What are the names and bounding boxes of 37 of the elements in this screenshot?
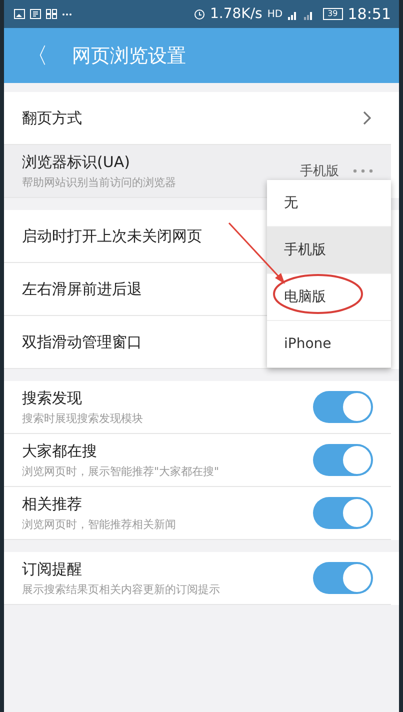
- setting-title: 翻页方式: [22, 108, 82, 128]
- grid-icon: [46, 9, 57, 19]
- setting-description: 搜索时展现搜索发现模块: [22, 410, 143, 426]
- setting-title: 启动时打开上次未关闭网页: [22, 226, 202, 246]
- toggle-switch[interactable]: [313, 562, 373, 594]
- setting-title: 大家都在搜: [22, 442, 97, 460]
- setting-description: 浏览网页时，展示智能推荐"大家都在搜": [22, 464, 220, 478]
- setting-title: 左右滑屏前进后退: [22, 280, 142, 298]
- chevron-right-icon: [363, 111, 371, 125]
- image-icon: [14, 9, 25, 19]
- more-icon[interactable]: [353, 169, 373, 173]
- setting-title: 搜索发现: [22, 388, 82, 408]
- message-icon: [30, 9, 41, 19]
- setting-description: 展示搜索结果页相关内容更新的订阅提示: [22, 582, 220, 596]
- toggle-switch[interactable]: [313, 497, 373, 529]
- setting-title: 双指滑动管理窗口: [22, 332, 142, 352]
- alarm-icon: [194, 8, 205, 20]
- setting-description: 帮助网站识别当前访问的浏览器: [22, 174, 176, 190]
- network-speed: 1.78K/s: [210, 6, 262, 22]
- settings-row[interactable]: 大家都在搜 浏览网页时，展示智能推荐"大家都在搜": [4, 434, 391, 487]
- setting-title: 相关推荐: [22, 494, 82, 514]
- toggle-switch[interactable]: [313, 444, 373, 476]
- annotation-arrow: [228, 222, 285, 284]
- menu-option[interactable]: 手机版: [267, 227, 391, 274]
- setting-value: 手机版: [300, 163, 339, 180]
- clock-time: 18:51: [348, 5, 391, 23]
- settings-row[interactable]: 搜索发现 搜索时展现搜索发现模块: [4, 381, 391, 434]
- setting-title: 订阅提醒: [22, 560, 82, 578]
- settings-row[interactable]: 相关推荐 浏览网页时，智能推荐相关新闻: [4, 487, 391, 540]
- setting-title: 浏览器标识(UA): [22, 152, 130, 172]
- hd-label: HD: [267, 8, 283, 20]
- more-icon: [62, 12, 72, 16]
- battery-icon: 39: [322, 8, 343, 20]
- setting-description: 浏览网页时，智能推荐相关新闻: [22, 516, 176, 532]
- page-title: 网页浏览设置: [72, 44, 186, 68]
- menu-option[interactable]: iPhone: [267, 321, 391, 368]
- toggle-switch[interactable]: [313, 391, 373, 423]
